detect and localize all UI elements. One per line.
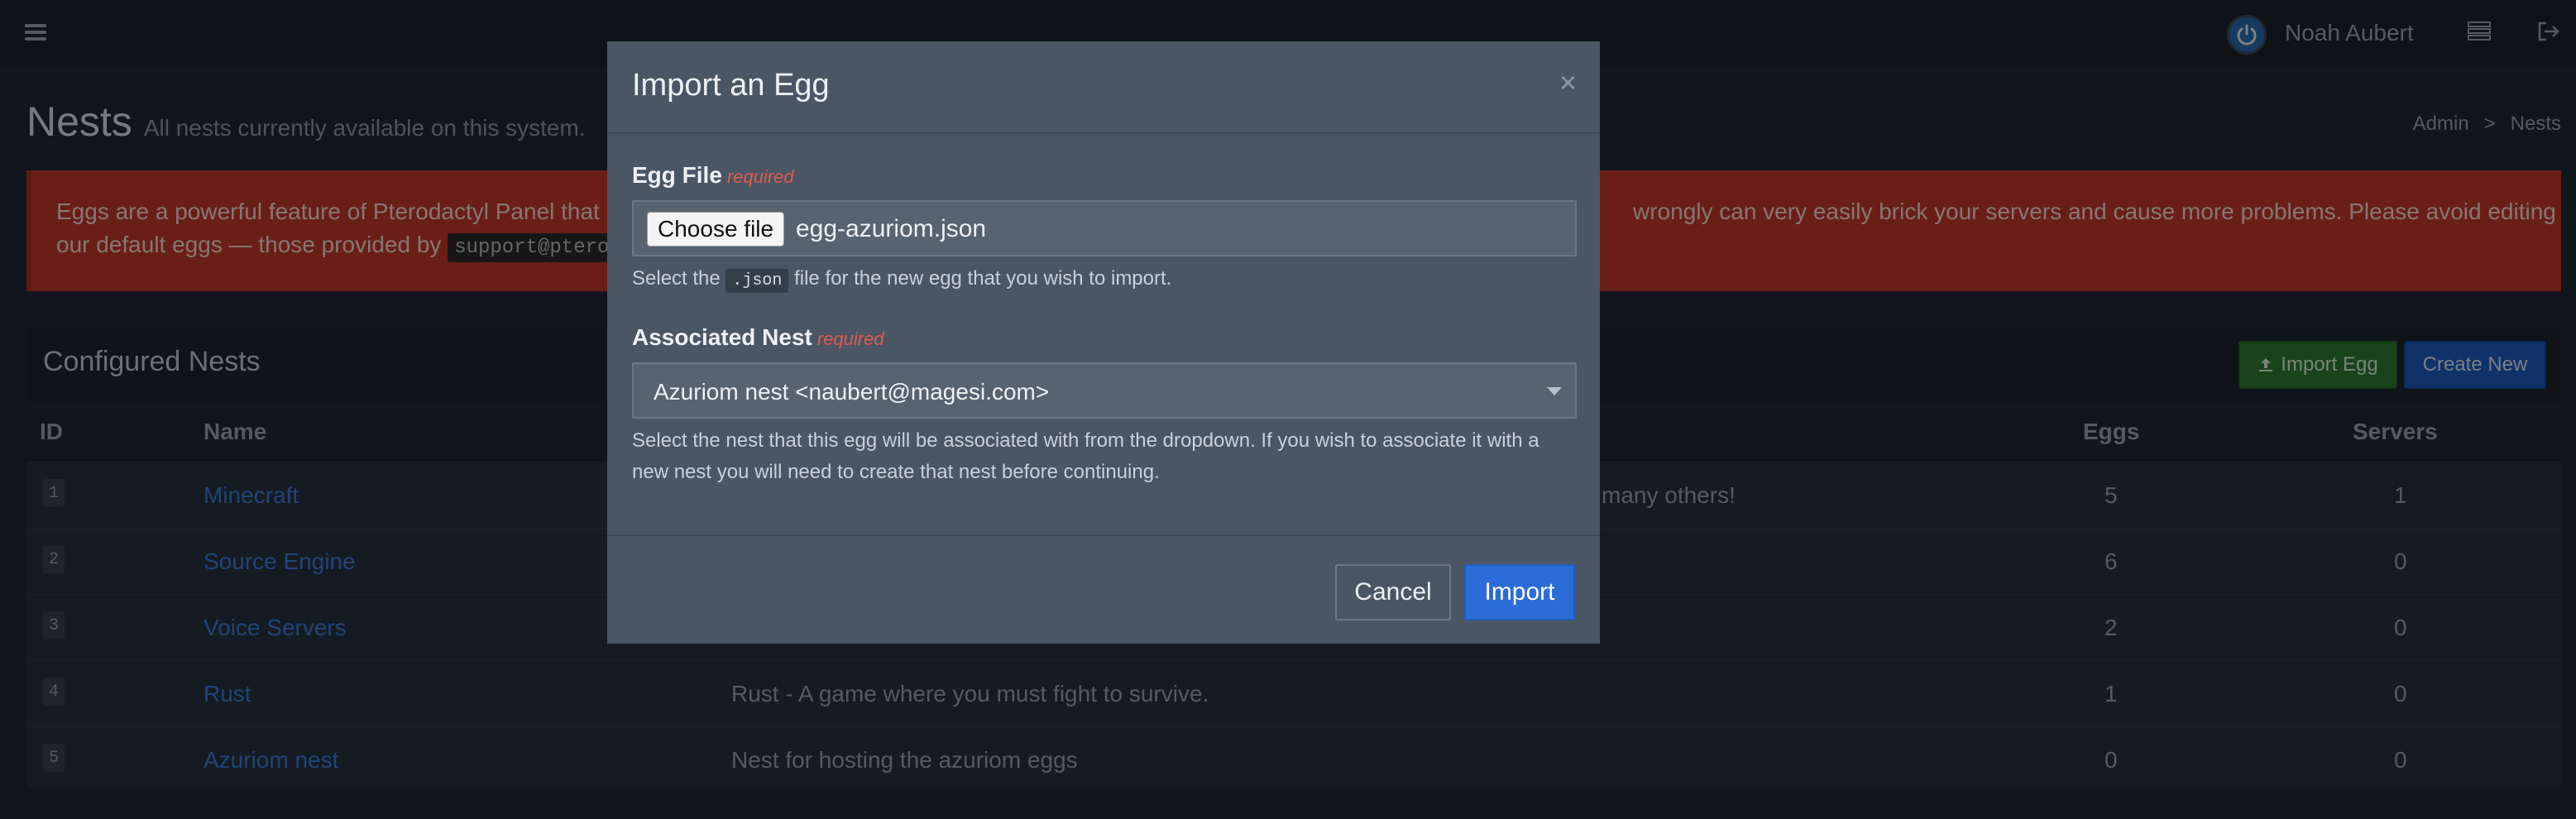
import-egg-modal: Import an Egg × Egg File required Choose … xyxy=(607,41,1600,644)
selected-nest: Azuriom nest <naubert@magesi.com> xyxy=(654,379,1050,405)
associated-nest-select[interactable]: Azuriom nest <naubert@magesi.com> xyxy=(632,362,1577,419)
required-marker: required xyxy=(726,166,794,187)
associated-nest-help: Select the nest that this egg will be as… xyxy=(632,429,1539,483)
modal-header: Import an Egg × xyxy=(607,41,1600,134)
import-button[interactable]: Import xyxy=(1464,564,1575,620)
chevron-down-icon xyxy=(1547,387,1562,395)
close-icon[interactable]: × xyxy=(1559,68,1577,98)
cancel-button[interactable]: Cancel xyxy=(1335,564,1451,620)
egg-file-input[interactable]: Choose file egg-azuriom.json xyxy=(632,200,1577,256)
associated-nest-label: Associated Nest required xyxy=(632,324,884,350)
choose-file-button[interactable]: Choose file xyxy=(647,212,785,247)
json-extension-code: .json xyxy=(725,269,789,293)
modal-title: Import an Egg xyxy=(632,68,830,103)
modal-footer: Cancel Import xyxy=(607,534,1600,644)
required-marker: required xyxy=(816,328,884,349)
egg-file-help: Select the .json file for the new egg th… xyxy=(632,263,1577,297)
selected-file-name: egg-azuriom.json xyxy=(796,215,987,242)
egg-file-label: Egg File required xyxy=(632,162,794,188)
